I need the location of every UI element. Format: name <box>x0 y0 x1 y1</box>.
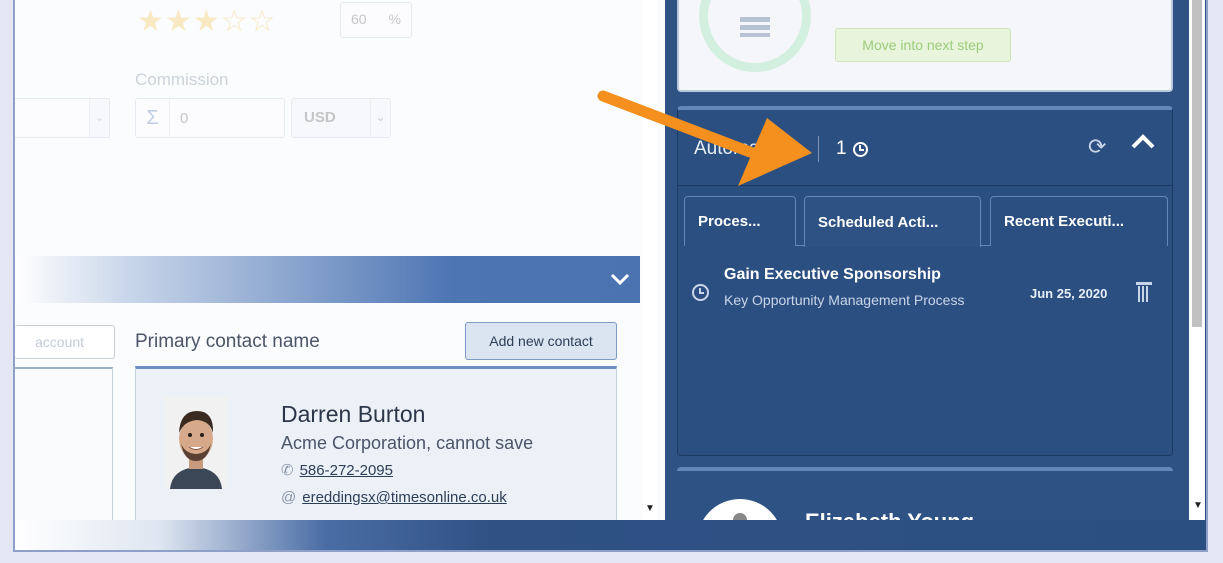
left-dropdown[interactable]: ⌄ <box>15 98 110 138</box>
scrollbar-thumb[interactable] <box>1192 0 1202 327</box>
header-divider <box>818 136 819 162</box>
percent-symbol: % <box>388 11 401 27</box>
star-icon[interactable]: ★ <box>165 5 193 38</box>
chevron-down-icon[interactable] <box>610 266 630 292</box>
avatar <box>164 397 228 489</box>
automatizer-panel: Automatizer 1 ⟳ Proces... Scheduled Acti… <box>677 106 1173 456</box>
at-icon: @ <box>281 489 297 506</box>
automatizer-title: Automatizer <box>694 138 796 159</box>
scheduled-count: 1 <box>836 138 868 160</box>
scroll-down-arrow-icon[interactable]: ▼ <box>1193 500 1203 511</box>
action-title: Gain Executive Sponsorship <box>724 266 941 283</box>
commission-input[interactable]: Σ 0 <box>135 98 285 138</box>
commission-label: Commission <box>135 70 229 89</box>
left-scrollbar[interactable]: ▼ <box>643 0 657 520</box>
clock-icon <box>852 141 868 157</box>
scheduled-action-item[interactable]: Gain Executive Sponsorship Key Opportuni… <box>678 262 1172 322</box>
add-new-contact-button[interactable]: Add new contact <box>465 322 617 360</box>
list-icon <box>740 17 770 37</box>
count-value: 1 <box>836 138 847 159</box>
move-next-step-button[interactable]: Move into next step <box>835 28 1011 62</box>
tab-scheduled-actions[interactable]: Scheduled Acti... <box>804 196 981 247</box>
bottom-gradient-band <box>15 520 1206 550</box>
primary-contact-label: Primary contact name <box>135 331 320 352</box>
chevron-down-icon[interactable]: ⌄ <box>370 99 390 137</box>
progress-ring <box>699 0 811 72</box>
clock-icon <box>692 284 709 301</box>
commission-value: 0 <box>180 109 189 127</box>
phone-link[interactable]: 586-272-2095 <box>300 462 393 479</box>
right-scrollbar[interactable]: ▼ <box>1189 0 1205 525</box>
side-panel: Move into next step Automatizer 1 ⟳ Proc… <box>665 0 1206 547</box>
chevron-down-icon[interactable]: ⌄ <box>89 99 109 137</box>
action-date: Jun 25, 2020 <box>1030 286 1108 301</box>
automatizer-header[interactable]: Automatizer 1 ⟳ <box>678 110 1172 186</box>
star-icon[interactable]: ★ <box>193 5 221 38</box>
tab-processes[interactable]: Proces... <box>684 196 796 246</box>
automatizer-tabs: Proces... Scheduled Acti... Recent Execu… <box>684 196 1168 247</box>
action-process: Key Opportunity Management Process <box>724 292 965 308</box>
probability-input[interactable]: 60 % <box>340 2 412 38</box>
scroll-down-arrow-icon[interactable]: ▼ <box>645 503 655 514</box>
star-icon[interactable]: ☆ <box>249 5 277 38</box>
chevron-up-icon[interactable] <box>1130 130 1156 156</box>
contact-email: @ ereddingsx@timesonline.co.uk <box>281 489 507 506</box>
phone-icon: ✆ <box>281 462 294 479</box>
trash-icon[interactable] <box>1136 282 1152 302</box>
opportunity-form: ★★★☆☆ 60 % Commission ⌄ Σ 0 USD ⌄ accoun… <box>15 0 665 536</box>
probability-value: 60 <box>351 11 367 27</box>
email-link[interactable]: ereddingsx@timesonline.co.uk <box>302 489 507 506</box>
currency-select[interactable]: USD ⌄ <box>291 98 391 138</box>
section-header-bar[interactable] <box>15 256 640 303</box>
contact-phone: ✆ 586-272-2095 <box>281 461 393 480</box>
tab-recent-executions[interactable]: Recent Executi... <box>990 196 1168 246</box>
star-icon[interactable]: ☆ <box>221 5 249 38</box>
contact-card: Darren Burton Acme Corporation, cannot s… <box>135 366 617 536</box>
currency-value: USD <box>304 109 336 126</box>
contact-name: Darren Burton <box>281 401 426 427</box>
rating-stars[interactable]: ★★★☆☆ <box>137 4 277 39</box>
sigma-icon[interactable]: Σ <box>136 99 170 137</box>
account-button[interactable]: account <box>15 325 115 359</box>
refresh-icon[interactable]: ⟳ <box>1088 134 1106 160</box>
process-step-card: Move into next step <box>677 0 1173 92</box>
account-panel <box>15 367 113 527</box>
star-icon[interactable]: ★ <box>137 5 165 38</box>
contact-company: Acme Corporation, cannot save <box>281 433 534 453</box>
app-frame: ★★★☆☆ 60 % Commission ⌄ Σ 0 USD ⌄ accoun… <box>13 0 1208 552</box>
